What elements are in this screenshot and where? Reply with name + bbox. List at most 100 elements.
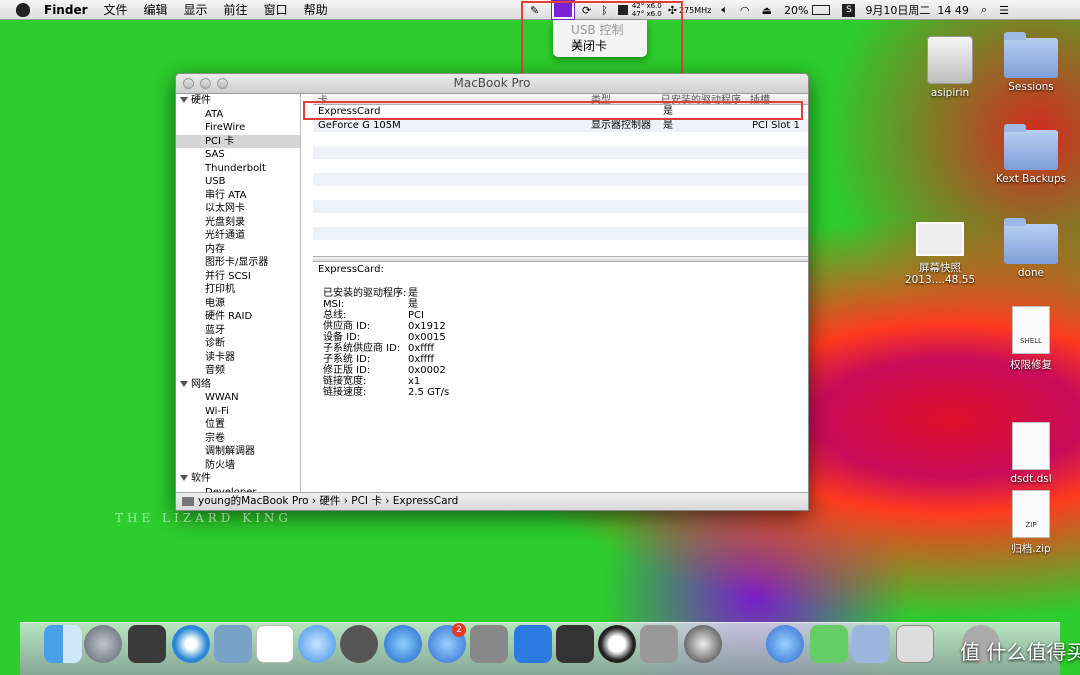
sidebar-category[interactable]: 硬件 [176,94,300,108]
menu-file[interactable]: 文件 [96,1,136,18]
path-hardware[interactable]: 硬件 [319,495,340,507]
sidebar-label: PCI 卡 [205,135,235,147]
figure-dock-icon[interactable] [810,625,848,663]
mission-control-dock-icon[interactable] [128,625,166,663]
sidebar-item[interactable]: FireWire [176,121,300,135]
disclosure-triangle-icon[interactable] [180,380,188,387]
spotlight-icon[interactable]: ⌕ [981,3,987,17]
detail-fields: 已安装的驱动程序: 是 MSI: 是总线: PCI 供应商 ID: 0x1912 设备 ID:… [318,288,804,398]
sidebar-item[interactable]: SAS [176,148,300,162]
sidebar-item[interactable]: Thunderbolt [176,162,300,176]
desktop-icon-shell[interactable]: SHELL 权限修复 [995,306,1067,372]
sidebar-item[interactable]: 内存 [176,243,300,257]
sidebar-item[interactable]: 电源 [176,297,300,311]
sidebar-item[interactable]: 位置 [176,418,300,432]
desktop-icon-kext-backups[interactable]: Kext Backups [995,124,1067,185]
sidebar-item[interactable]: 光盘刻录 [176,216,300,230]
sidebar-item[interactable]: PCI 卡 [176,134,300,148]
desktop-icon-zip[interactable]: ZIP 归档.zip [995,490,1067,556]
field-value: 是 [408,288,418,299]
app-store-2-dock-icon[interactable] [766,625,804,663]
battery-icon[interactable] [812,5,831,15]
itunes-dock-icon[interactable] [384,625,422,663]
sidebar-item[interactable]: USB [176,175,300,189]
gauge-dock-icon[interactable] [684,625,722,663]
table-row [313,172,808,186]
calendar-dock-icon[interactable] [256,625,294,663]
menu-edit[interactable]: 编辑 [136,1,176,18]
sidebar-label: Wi-Fi [205,405,229,417]
sidebar-item[interactable]: WWAN [176,391,300,405]
sidebar-item[interactable]: Wi-Fi [176,405,300,419]
detail-field: 链接速度: 2.5 GT/s [318,387,804,398]
field-value: 0x0015 [408,332,446,343]
path-computer[interactable]: young的MacBook Pro [198,495,309,507]
table-row [313,159,808,173]
table-row[interactable]: GeForce G 105M 显示器控制器是 PCI Slot 1 [313,118,808,132]
sidebar-label: 调制解调器 [205,446,255,457]
wifi-icon[interactable]: ◠ [740,4,750,17]
utility-dock-icon[interactable] [640,625,678,663]
path-card[interactable]: ExpressCard [393,495,459,507]
messages-dock-icon[interactable] [298,625,336,663]
system-preferences-dock-icon[interactable] [470,625,508,663]
menu-finder[interactable]: Finder [36,3,96,17]
sidebar-item[interactable]: 以太网卡 [176,202,300,216]
sidebar-item[interactable]: 防火墙 [176,459,300,473]
detail-field: 已安装的驱动程序: 是 [318,288,804,299]
sidebar-item[interactable]: 串行 ATA [176,189,300,203]
notification-center-icon[interactable]: ☰ [999,4,1009,17]
window-stack-dock-icon[interactable] [896,625,934,663]
desktop-icon-done[interactable]: done [995,218,1067,279]
sidebar-item[interactable]: 并行 SCSI [176,270,300,284]
facetime-dock-icon[interactable] [340,625,378,663]
desktop-icon-screenshot[interactable]: 屏幕快照 2013....48.55 [904,218,976,286]
sidebar-category[interactable]: 网络 [176,378,300,392]
sidebar-item[interactable]: 打印机 [176,283,300,297]
folder-icon [1004,32,1058,78]
sidebar-item[interactable]: 蓝牙 [176,324,300,338]
menu-help[interactable]: 帮助 [296,1,336,18]
safari-dock-icon[interactable] [172,625,210,663]
zoom-button[interactable] [217,78,228,89]
clock[interactable]: 9月10日周二 14 49 [865,2,968,18]
finder-dock-icon[interactable] [44,625,82,663]
sidebar-item[interactable]: 硬件 RAID [176,310,300,324]
desktop-icon-asipirin[interactable]: asipirin [914,36,986,99]
disclosure-triangle-icon[interactable] [180,97,188,103]
sidebar-item[interactable]: 图形卡/显示器 [176,256,300,270]
word-dock-icon[interactable] [514,625,552,663]
path-pci[interactable]: PCI 卡 [351,495,382,507]
menu-view[interactable]: 显示 [176,1,216,18]
volume-icon[interactable]: 🔈︎ [721,3,728,17]
sidebar-item[interactable]: ATA [176,108,300,122]
qq-dock-icon[interactable] [598,625,636,663]
detail-pane: ExpressCard: 已安装的驱动程序: 是 MSI: 是总线: PCI 供应商 ID… [313,262,808,494]
category-sidebar: 硬件 ATA FireWire PCI 卡 SAS Thunderbolt USB 串行 AT… [176,94,301,494]
applications-stack-dock-icon[interactable] [852,625,890,663]
sidebar-item[interactable]: 诊断 [176,337,300,351]
mail-dock-icon[interactable] [214,625,252,663]
detail-field: 修正版 ID: 0x0002 [318,365,804,376]
window-titlebar[interactable]: MacBook Pro [176,74,808,94]
apple-menu-icon[interactable] [16,2,30,17]
sidebar-item[interactable]: 音频 [176,364,300,378]
s-app-icon[interactable]: S [842,3,856,17]
sidebar-category[interactable]: 软件 [176,472,300,486]
desktop-icon-dsdt[interactable]: dsdt.dsl [995,422,1067,485]
eject-icon[interactable]: ⏏ [762,4,772,17]
sidebar-item[interactable]: 宗卷 [176,432,300,446]
disclosure-triangle-icon[interactable] [180,475,188,481]
menu-go[interactable]: 前往 [216,1,256,18]
sidebar-item[interactable]: 调制解调器 [176,445,300,459]
autocad-dock-icon[interactable] [556,625,594,663]
close-button[interactable] [183,78,194,89]
launchpad-dock-icon[interactable] [84,625,122,663]
desktop-icon-sessions[interactable]: Sessions [995,32,1067,93]
minimize-button[interactable] [200,78,211,89]
sidebar-label: WWAN [205,392,239,403]
sidebar-item[interactable]: 读卡器 [176,351,300,365]
menu-window[interactable]: 窗口 [256,1,296,18]
sidebar-item[interactable]: 光纤通道 [176,229,300,243]
sidebar-label: USB [205,176,226,187]
